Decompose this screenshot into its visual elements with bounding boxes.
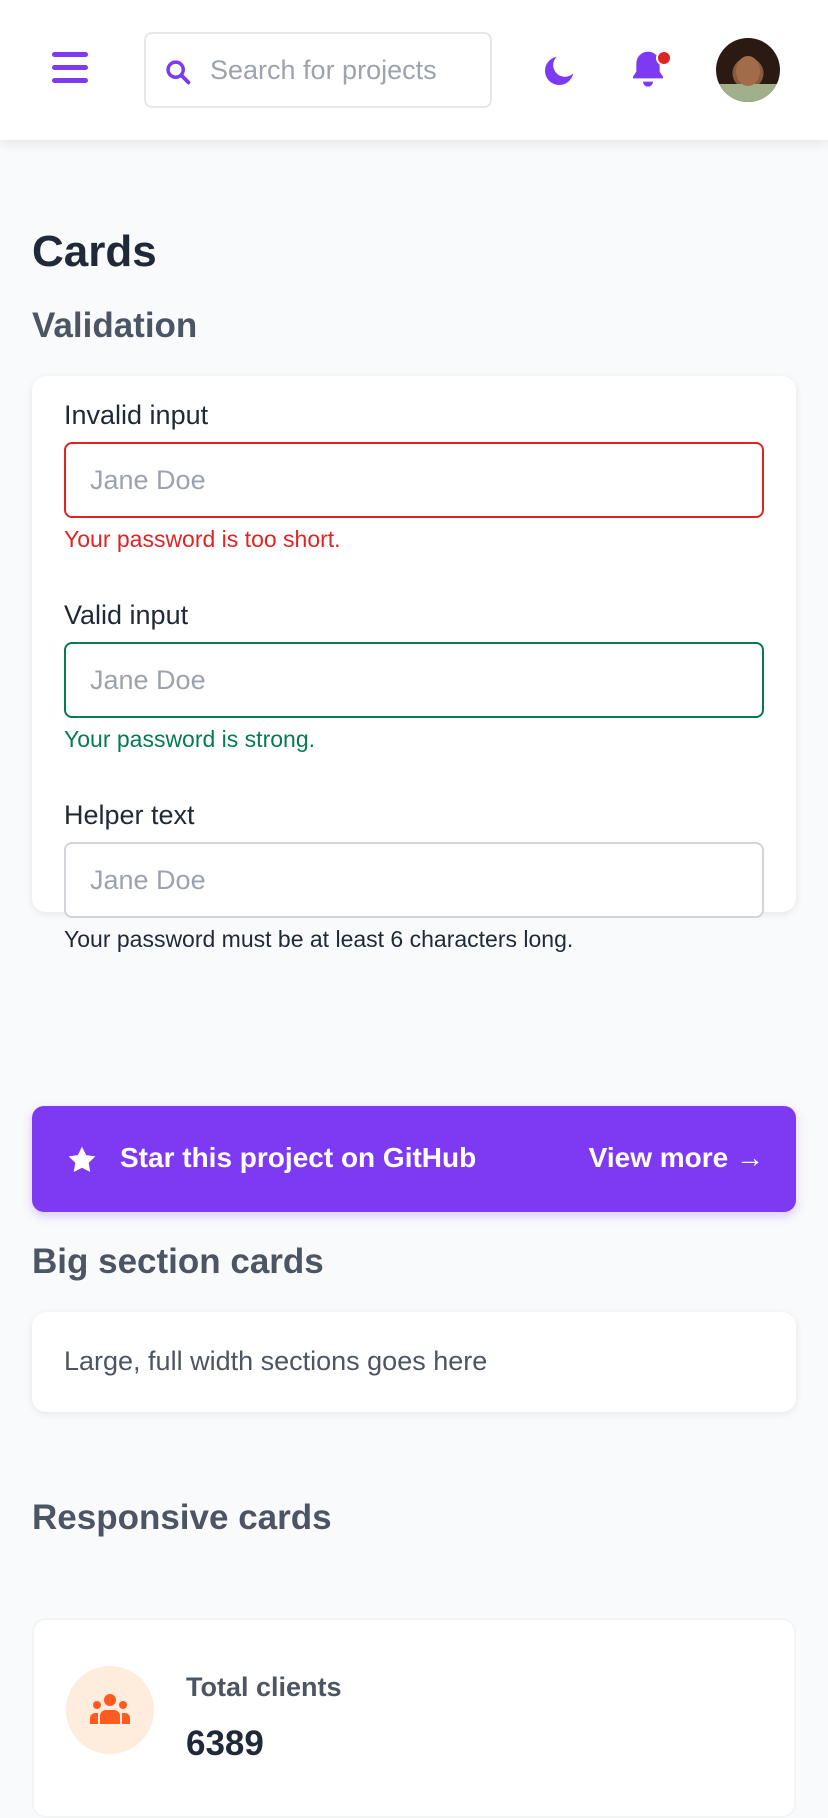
big-section-text: Large, full width sections goes here [64,1346,488,1376]
view-more-link[interactable]: View more → [589,1144,764,1172]
search-icon [166,60,191,85]
big-section-card: Large, full width sections goes here [32,1312,796,1412]
total-clients-card: Total clients 6389 [32,1618,796,1818]
stat-icon-wrapper [66,1666,154,1754]
github-banner-text: Star this project on GitHub [120,1142,477,1173]
notification-badge [656,50,672,66]
search-input[interactable] [210,46,480,94]
theme-toggle-button[interactable] [540,52,578,95]
helper-text-label: Helper text [64,800,195,830]
invalid-input-label: Invalid input [64,400,209,430]
valid-input-field[interactable] [64,642,764,718]
valid-input-label: Valid input [64,600,189,630]
validation-heading: Validation [32,306,198,345]
search-box [144,32,492,108]
validation-card: Invalid input Your password is too short… [32,376,796,951]
helper-text-message: Your password must be at least 6 charact… [64,926,574,952]
people-icon [90,1694,130,1724]
big-section-heading: Big section cards [32,1242,324,1281]
avatar[interactable] [716,38,780,102]
moon-icon [544,56,574,86]
valid-input-success: Your password is strong. [64,726,316,752]
page-title: Cards [32,227,157,276]
stat-label: Total clients [186,1672,342,1702]
invalid-input-field[interactable] [64,442,764,518]
helper-text-field[interactable] [64,842,764,918]
avatar-background [716,84,780,102]
responsive-heading: Responsive cards [32,1498,332,1537]
menu-icon[interactable] [52,52,92,86]
star-icon [68,1146,96,1172]
top-navbar [0,0,828,140]
invalid-input-error: Your password is too short. [64,526,341,552]
github-star-banner[interactable]: Star this project on GitHub View more → [32,1106,796,1212]
avatar-face [736,56,760,86]
stat-value: 6389 [186,1724,264,1763]
notifications-button[interactable] [628,48,672,94]
